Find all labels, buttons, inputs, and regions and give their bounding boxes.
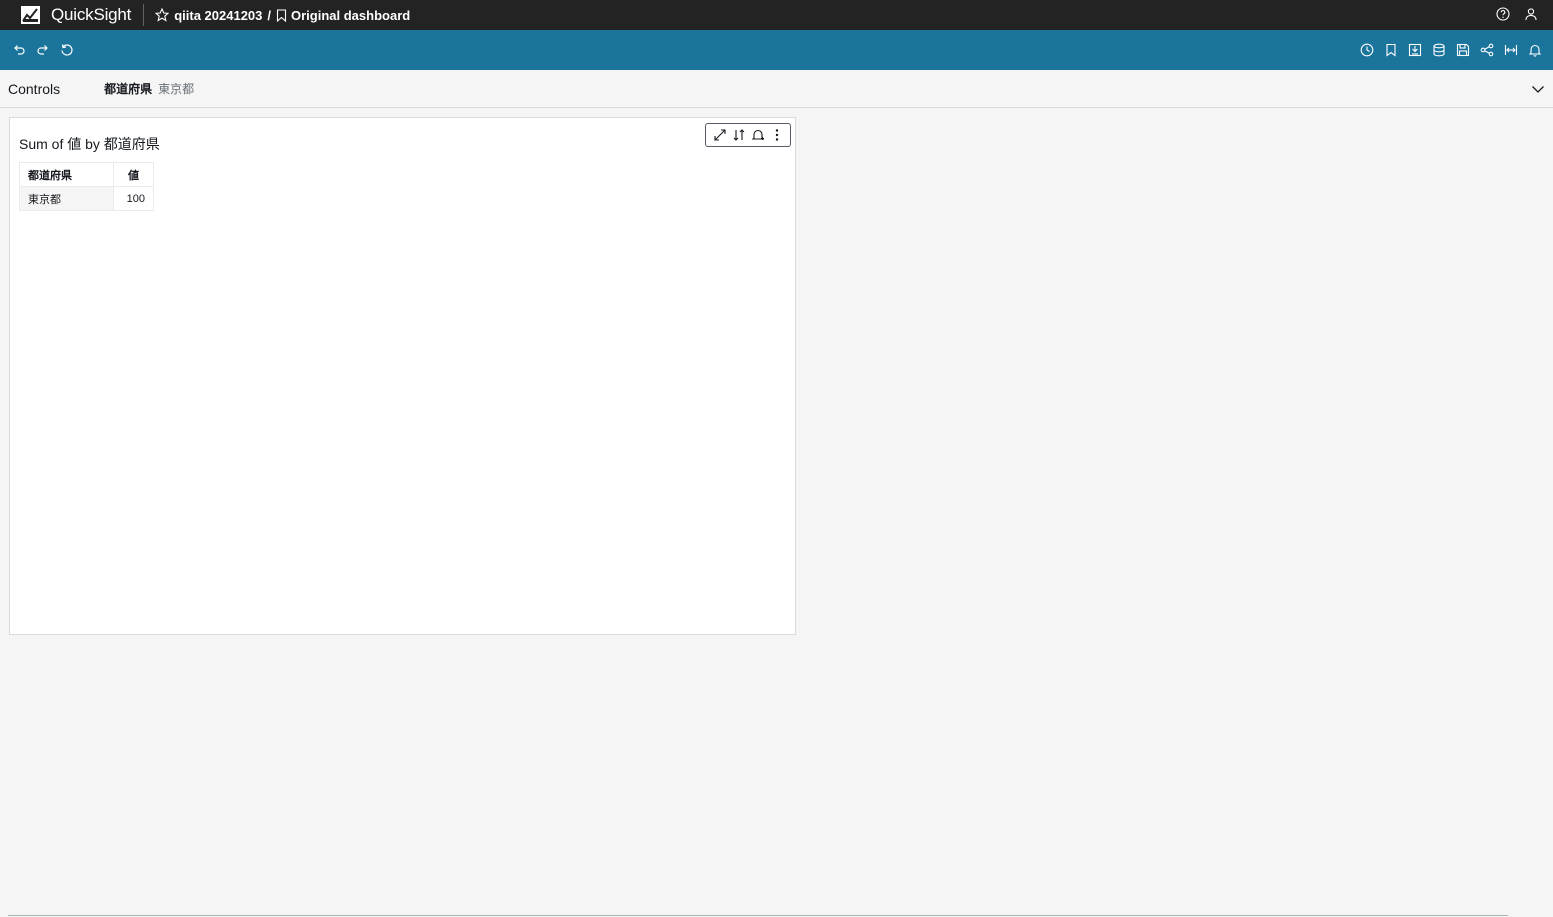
- breadcrumb: qiita 20241203 / Original dashboard: [155, 8, 410, 23]
- visual-title: Sum of 値 by 都道府県: [19, 136, 160, 152]
- quicksight-logo[interactable]: QuickSight: [21, 5, 131, 25]
- table-header-value[interactable]: 値: [113, 162, 154, 187]
- bookmark-icon: [276, 8, 287, 22]
- app-name: QuickSight: [51, 5, 132, 24]
- export-icon[interactable]: [1408, 43, 1422, 57]
- bookmark-icon[interactable]: [1384, 43, 1398, 57]
- analysis-name[interactable]: qiita 20241203: [174, 8, 262, 23]
- table-header-row: 都道府県 値: [19, 162, 154, 187]
- save-icon[interactable]: [1456, 43, 1470, 57]
- more-options-icon[interactable]: [770, 128, 784, 142]
- alert-add-icon[interactable]: [751, 128, 765, 142]
- chevron-down-icon[interactable]: [1531, 82, 1545, 96]
- top-bar: QuickSight qiita 20241203 / Original das…: [0, 0, 1553, 30]
- controls-label[interactable]: Controls: [8, 81, 60, 97]
- filter-control-value[interactable]: 東京都: [158, 80, 194, 97]
- table-visual[interactable]: Sum of 値 by 都道府県 都道府県 値 東京都 100: [9, 117, 796, 635]
- table-header-prefecture[interactable]: 都道府県: [19, 162, 114, 187]
- filter-control-label: 都道府県: [104, 82, 153, 96]
- fit-width-icon[interactable]: [1504, 43, 1518, 57]
- controls-bar: Controls 都道府県 東京都: [0, 70, 1553, 108]
- star-icon[interactable]: [155, 8, 170, 22]
- expand-icon[interactable]: [713, 128, 727, 142]
- horizontal-scrollbar[interactable]: [8, 915, 1508, 916]
- sort-icon[interactable]: [732, 128, 746, 142]
- alert-icon[interactable]: [1528, 43, 1542, 57]
- divider: [143, 4, 145, 26]
- analysis-toolbar: [0, 30, 1553, 70]
- quicksight-logo-icon: [21, 6, 40, 24]
- share-icon[interactable]: [1480, 43, 1494, 57]
- breadcrumb-separator: /: [267, 7, 272, 23]
- redo-icon[interactable]: [36, 43, 50, 57]
- dataset-icon[interactable]: [1432, 43, 1446, 57]
- user-icon[interactable]: [1524, 7, 1538, 21]
- undo-icon[interactable]: [12, 43, 26, 57]
- table-cell-value[interactable]: 100: [113, 186, 154, 211]
- history-icon[interactable]: [1360, 43, 1374, 57]
- table-row: 東京都 100: [19, 186, 154, 211]
- help-icon[interactable]: [1496, 7, 1510, 21]
- data-table: 都道府県 値 東京都 100: [19, 162, 154, 211]
- dashboard-name[interactable]: Original dashboard: [291, 8, 410, 23]
- visual-menu: [705, 123, 791, 147]
- reset-icon[interactable]: [60, 43, 74, 57]
- table-cell-prefecture[interactable]: 東京都: [19, 186, 114, 211]
